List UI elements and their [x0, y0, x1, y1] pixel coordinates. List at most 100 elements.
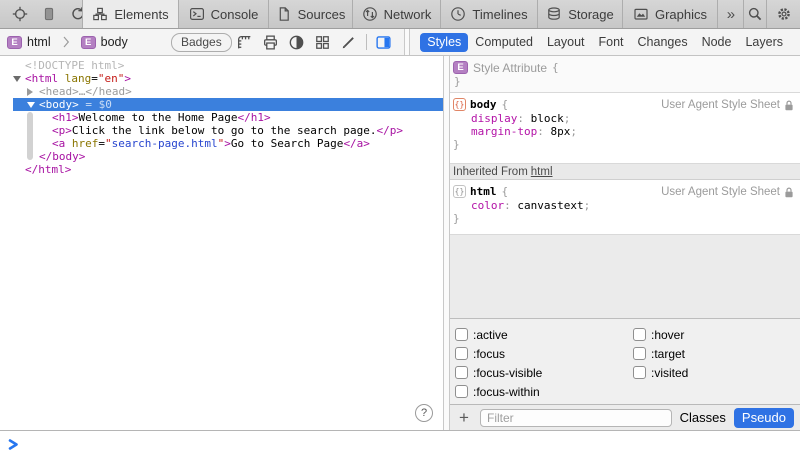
checkbox-unchecked[interactable] [633, 366, 646, 379]
tab-graphics[interactable]: Graphics [622, 0, 717, 28]
origin-text: User Agent Style Sheet [661, 99, 780, 111]
tab-timelines[interactable]: Timelines [440, 0, 537, 28]
semicolon: ; [584, 199, 591, 212]
semicolon: ; [564, 112, 571, 125]
dom-tree-node[interactable]: <h1>Welcome to the Home Page</h1> [0, 111, 443, 124]
dom-tree-panel: <!DOCTYPE html><html lang="en"><head>…</… [0, 56, 443, 430]
css-property[interactable]: color: canvastext; [453, 199, 797, 212]
pseudo-class-toggle-active[interactable]: :active [455, 325, 633, 344]
appearance-toggle-button[interactable] [284, 31, 310, 53]
pseudo-class-toggle-focus[interactable]: :focus [455, 344, 633, 363]
more-tabs-button[interactable]: » [717, 0, 743, 28]
code-segment: <head>…</head> [39, 85, 132, 98]
contrast-icon [288, 34, 305, 51]
pseudo-class-toggle-focus-visible[interactable]: :focus-visible [455, 363, 633, 382]
pseudo-button[interactable]: Pseudo [734, 408, 794, 428]
help-button[interactable]: ? [415, 404, 433, 422]
gear-icon [776, 6, 792, 22]
sidebar-tab-computed[interactable]: Computed [468, 33, 540, 52]
checkbox-unchecked[interactable] [633, 328, 646, 341]
tab-elements[interactable]: Elements [82, 0, 178, 28]
dom-tree-node[interactable]: <head>…</head> [0, 85, 443, 98]
checkbox-unchecked[interactable] [455, 385, 468, 398]
code-segment: search-page.html [112, 137, 218, 150]
checkbox-unchecked[interactable] [455, 347, 468, 360]
pseudo-column: :hover :target :visited [633, 325, 800, 404]
network-icon [362, 6, 378, 22]
open-brace: { [552, 61, 559, 74]
pseudo-class-label: :active [473, 328, 508, 342]
breadcrumb-label: body [101, 35, 128, 49]
grid-overlay-button[interactable] [310, 31, 336, 53]
inspect-element-icon[interactable] [12, 6, 28, 23]
details-sidebar-toggle-button[interactable] [371, 31, 397, 53]
breadcrumb-item-body[interactable]: Ebody [81, 35, 128, 49]
filter-input[interactable] [480, 409, 672, 427]
dom-tree-node[interactable]: </body> [0, 150, 443, 163]
style-rule-icon: {} [453, 185, 466, 198]
checkbox-unchecked[interactable] [455, 328, 468, 341]
disclosure-open-icon[interactable] [27, 102, 35, 108]
tab-console[interactable]: Console [178, 0, 268, 28]
pseudo-class-toggle-focus-within[interactable]: :focus-within [455, 382, 633, 401]
device-settings-icon[interactable] [41, 6, 57, 23]
search-button[interactable] [743, 0, 766, 28]
settings-button[interactable] [766, 0, 800, 28]
lock-icon [784, 187, 794, 198]
badges-button[interactable]: Badges [171, 33, 232, 52]
element-badge-icon: E [453, 61, 468, 74]
property-value: canvastext [517, 199, 583, 212]
property-name: margin-top [471, 125, 537, 138]
sidebar-tab-changes[interactable]: Changes [631, 33, 695, 52]
checkbox-unchecked[interactable] [455, 366, 468, 379]
code-segment: " [105, 137, 112, 150]
dom-tree-node[interactable]: </html> [0, 163, 443, 176]
breadcrumb-item-html[interactable]: Ehtml [7, 35, 51, 49]
pseudo-class-label: :target [651, 347, 685, 361]
navigation-bar: Ehtml Ebody Badges [0, 29, 800, 56]
rulers-button[interactable] [232, 31, 258, 53]
dom-tree-node[interactable]: <body> = $0 [13, 98, 443, 111]
pseudo-class-toggle-target[interactable]: :target [633, 344, 800, 363]
tab-network[interactable]: Network [352, 0, 440, 28]
print-styles-button[interactable] [258, 31, 284, 53]
code-segment: = $0 [79, 98, 112, 111]
sidebar-tab-layout[interactable]: Layout [540, 33, 592, 52]
code-segment: Go to Search Page [231, 137, 344, 150]
code-segment: > [124, 72, 131, 85]
pseudo-class-toggle-hover[interactable]: :hover [633, 325, 800, 344]
dom-tree-node[interactable]: <p>Click the link below to go to the sea… [0, 124, 443, 137]
code-segment: lang [65, 72, 92, 85]
rule-selector[interactable]: html [470, 185, 497, 198]
disclosure-open-icon[interactable] [13, 76, 21, 82]
styles-sidebar: E Style Attribute { } {} body { User Agent … [450, 56, 800, 430]
sources-icon [276, 6, 292, 22]
css-property[interactable]: margin-top: 8px; [453, 125, 797, 138]
pseudo-class-toggle-visited[interactable]: :visited [633, 363, 800, 382]
dom-tree-node[interactable]: <a href="search-page.html">Go to Search … [0, 137, 443, 150]
classes-button[interactable]: Classes [680, 410, 726, 425]
dom-tree-node[interactable]: <!DOCTYPE html> [0, 59, 443, 72]
tab-sources[interactable]: Sources [268, 0, 352, 28]
tab-label: Graphics [655, 7, 707, 22]
tab-label: Storage [568, 7, 614, 22]
sidebar-tab-font[interactable]: Font [592, 33, 631, 52]
tab-storage[interactable]: Storage [537, 0, 622, 28]
search-icon [747, 6, 763, 22]
quick-console[interactable] [0, 430, 800, 461]
sidebar-tab-layers[interactable]: Layers [738, 33, 790, 52]
panel-resizer[interactable] [443, 56, 450, 430]
sidebar-tab-node[interactable]: Node [695, 33, 739, 52]
dom-tree-node[interactable]: <html lang="en"> [0, 72, 443, 85]
new-rule-button[interactable]: + [456, 409, 472, 426]
disclosure-closed-icon[interactable] [27, 88, 33, 96]
sidebar-tab-styles[interactable]: Styles [420, 33, 468, 52]
style-attribute-section[interactable]: E Style Attribute { } [450, 56, 800, 93]
checkbox-unchecked[interactable] [633, 347, 646, 360]
web-inspector-window: ElementsConsoleSourcesNetworkTimelines St… [0, 0, 800, 461]
css-property[interactable]: display: block; [453, 112, 797, 125]
code-segment: <p> [52, 124, 72, 137]
inherited-from-link[interactable]: html [531, 166, 553, 178]
rule-selector[interactable]: body [470, 98, 497, 111]
edit-element-button[interactable] [336, 31, 362, 53]
